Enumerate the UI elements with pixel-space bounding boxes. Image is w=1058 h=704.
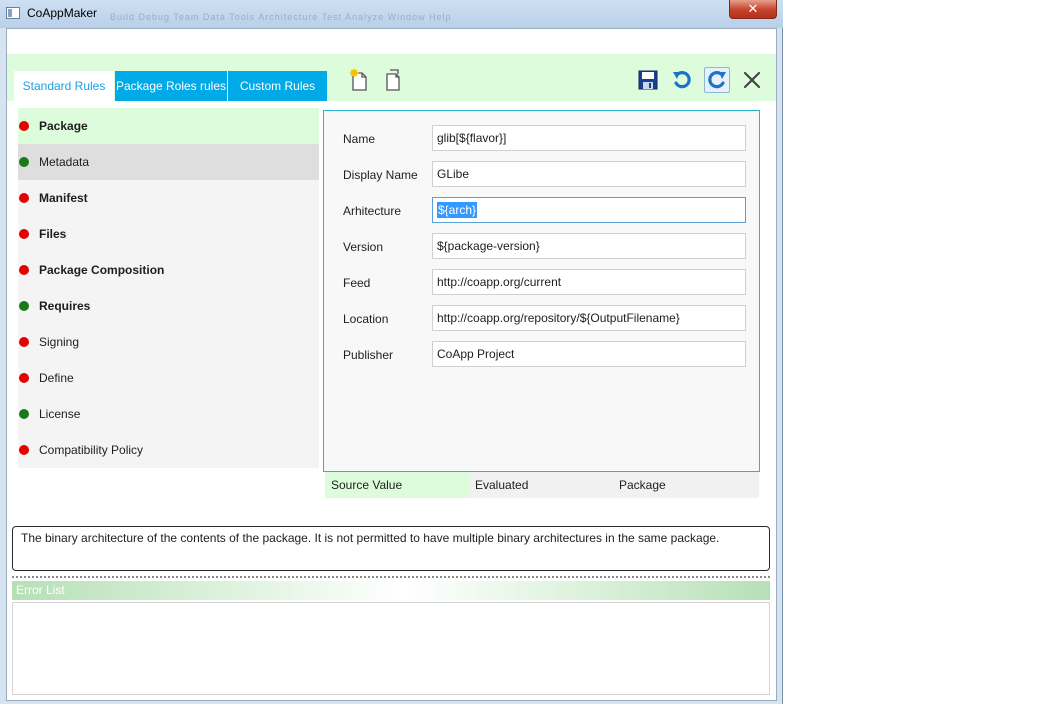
status-green-icon bbox=[19, 409, 29, 419]
tab-standard-rules[interactable]: Standard Rules bbox=[14, 71, 114, 101]
status-red-icon bbox=[19, 121, 29, 131]
feed-field[interactable]: http://coapp.org/current bbox=[432, 269, 746, 295]
name-field[interactable]: glib[${flavor}] bbox=[432, 125, 746, 151]
error-list-header: Error List bbox=[12, 581, 770, 600]
property-description: The binary architecture of the contents … bbox=[12, 526, 770, 571]
panel-splitter[interactable] bbox=[12, 576, 770, 578]
architecture-label: Arhitecture bbox=[343, 204, 402, 218]
app-window: CoAppMaker Build Debug Team Data Tools A… bbox=[0, 0, 783, 704]
sidebar-item-define[interactable]: Define bbox=[18, 360, 319, 396]
tab-evaluated[interactable]: Evaluated bbox=[469, 472, 613, 498]
sidebar-item-label: Metadata bbox=[39, 155, 90, 169]
title-bar[interactable]: CoAppMaker Build Debug Team Data Tools A… bbox=[0, 0, 783, 28]
value-view-tabs: Source Value Evaluated Package bbox=[325, 472, 759, 498]
window-title: CoAppMaker bbox=[27, 6, 98, 20]
rule-category-sidebar: Package Metadata Manifest Files Package … bbox=[18, 108, 319, 468]
display-name-label: Display Name bbox=[343, 168, 418, 182]
version-field[interactable]: ${package-version} bbox=[432, 233, 746, 259]
client-area: Standard Rules Package Roles rules Custo… bbox=[6, 28, 777, 701]
status-green-icon bbox=[19, 157, 29, 167]
sidebar-item-package[interactable]: Package bbox=[18, 108, 319, 144]
display-name-field[interactable]: GLibe bbox=[432, 161, 746, 187]
sidebar-item-label: Manifest bbox=[39, 191, 88, 205]
sidebar-item-label: Package bbox=[39, 119, 88, 133]
selected-text: ${arch} bbox=[437, 202, 478, 218]
publisher-field[interactable]: CoApp Project bbox=[432, 341, 746, 367]
sidebar-item-signing[interactable]: Signing bbox=[18, 324, 319, 360]
status-green-icon bbox=[19, 301, 29, 311]
sidebar-item-license[interactable]: License bbox=[18, 396, 319, 432]
package-properties-panel: Name glib[${flavor}] Display Name GLibe … bbox=[323, 110, 760, 472]
status-red-icon bbox=[19, 337, 29, 347]
sidebar-item-package-composition[interactable]: Package Composition bbox=[18, 252, 319, 288]
sidebar-item-label: Signing bbox=[39, 335, 80, 349]
sidebar-item-label: Package Composition bbox=[39, 263, 165, 277]
blurred-background-menu: Build Debug Team Data Tools Architecture… bbox=[110, 12, 452, 22]
sidebar-item-label: Compatibility Policy bbox=[39, 443, 144, 457]
tab-package-roles-rules[interactable]: Package Roles rules bbox=[115, 71, 227, 101]
sidebar-item-label: Requires bbox=[39, 299, 91, 313]
sidebar-item-files[interactable]: Files bbox=[18, 216, 319, 252]
error-list-body bbox=[12, 602, 770, 695]
version-label: Version bbox=[343, 240, 384, 254]
sidebar-item-label: Files bbox=[39, 227, 67, 241]
undo-icon[interactable] bbox=[670, 68, 694, 92]
sidebar-item-requires[interactable]: Requires bbox=[18, 288, 319, 324]
architecture-field[interactable]: ${arch} bbox=[432, 197, 746, 223]
location-field[interactable]: http://coapp.org/repository/${OutputFile… bbox=[432, 305, 746, 331]
publisher-label: Publisher bbox=[343, 348, 394, 362]
status-red-icon bbox=[19, 193, 29, 203]
status-red-icon bbox=[19, 373, 29, 383]
tab-custom-rules[interactable]: Custom Rules bbox=[228, 71, 327, 101]
save-icon[interactable] bbox=[636, 68, 660, 92]
sidebar-item-label: License bbox=[39, 407, 81, 421]
status-red-icon bbox=[19, 265, 29, 275]
sidebar-item-metadata[interactable]: Metadata bbox=[18, 144, 319, 180]
tab-source-value[interactable]: Source Value bbox=[325, 472, 469, 498]
location-label: Location bbox=[343, 312, 389, 326]
close-icon[interactable] bbox=[741, 69, 765, 93]
feed-label: Feed bbox=[343, 276, 371, 290]
status-red-icon bbox=[19, 229, 29, 239]
redo-icon[interactable] bbox=[704, 67, 730, 93]
name-label: Name bbox=[343, 132, 376, 146]
sidebar-item-manifest[interactable]: Manifest bbox=[18, 180, 319, 216]
status-red-icon bbox=[19, 445, 29, 455]
app-icon bbox=[6, 7, 20, 19]
copy-rule-icon[interactable] bbox=[380, 68, 404, 92]
new-rule-icon[interactable] bbox=[347, 68, 371, 92]
tab-package[interactable]: Package bbox=[613, 472, 757, 498]
sidebar-item-label: Define bbox=[39, 371, 74, 385]
window-close-button[interactable]: ✕ bbox=[729, 0, 777, 19]
sidebar-item-compatibility-policy[interactable]: Compatibility Policy bbox=[18, 432, 319, 468]
